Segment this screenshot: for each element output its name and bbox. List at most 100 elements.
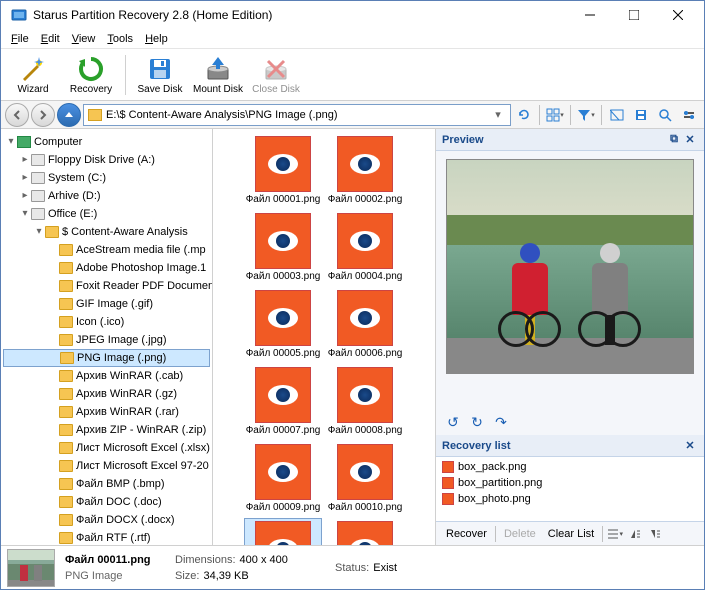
recovery-list-item[interactable]: box_pack.png	[442, 459, 698, 475]
file-thumbnail[interactable]: Файл 00004.png	[326, 210, 404, 285]
address-dropdown-icon[interactable]: ▾	[490, 108, 506, 121]
tree-item[interactable]: Foxit Reader PDF Documen	[3, 277, 210, 295]
status-value: Exist	[373, 562, 397, 574]
tree-item[interactable]: Архив WinRAR (.gz)	[3, 385, 210, 403]
file-thumbnail[interactable]: Файл 00003.png	[244, 210, 322, 285]
file-thumbnail[interactable]: Файл 00012.png	[326, 518, 404, 545]
file-icon	[337, 444, 393, 500]
size-value: 34,39 KB	[203, 570, 248, 582]
file-thumbnail[interactable]: Файл 00009.png	[244, 441, 322, 516]
file-thumbnail[interactable]: Файл 00008.png	[326, 364, 404, 439]
tree-item[interactable]: ▸Arhive (D:)	[3, 187, 210, 205]
recover-button[interactable]: Recover	[442, 526, 491, 542]
tree-item[interactable]: Файл DOC (.doc)	[3, 493, 210, 511]
preview-image	[446, 159, 694, 374]
clear-list-button[interactable]: Clear List	[544, 526, 598, 542]
menu-help[interactable]: Help	[139, 31, 174, 47]
file-thumbnail[interactable]: Файл 00010.png	[326, 441, 404, 516]
tree-twisty-icon[interactable]: ▾	[5, 133, 17, 151]
menu-tools[interactable]: Tools	[101, 31, 139, 47]
tree-item[interactable]: Архив ZIP - WinRAR (.zip)	[3, 421, 210, 439]
tree-item[interactable]: ▸Floppy Disk Drive (A:)	[3, 151, 210, 169]
close-button[interactable]	[656, 1, 700, 29]
delete-button[interactable]: Delete	[500, 526, 540, 542]
tree-item[interactable]: ▾Computer	[3, 133, 210, 151]
file-thumbnail[interactable]: Файл 00011.png	[244, 518, 322, 545]
list-layout-icon[interactable]: ▾	[607, 526, 623, 542]
folder-icon	[59, 334, 73, 346]
menu-file[interactable]: File	[5, 31, 35, 47]
tree-item[interactable]: JPEG Image (.jpg)	[3, 331, 210, 349]
tree-item[interactable]: Adobe Photoshop Image.1	[3, 259, 210, 277]
nav-up-button[interactable]	[57, 103, 81, 127]
size-label: Size:	[175, 570, 199, 582]
tree-item[interactable]: Архив WinRAR (.rar)	[3, 403, 210, 421]
panel-toggle-button[interactable]	[606, 104, 628, 126]
recovery-list-item[interactable]: box_photo.png	[442, 491, 698, 507]
tree-twisty-icon[interactable]: ▸	[19, 187, 31, 205]
address-field[interactable]: ▾	[83, 104, 511, 126]
tree-item[interactable]: Лист Microsoft Excel 97-20	[3, 457, 210, 475]
options-button[interactable]	[678, 104, 700, 126]
tree-item[interactable]: ▾Office (E:)	[3, 205, 210, 223]
file-thumbnail[interactable]: Файл 00001.png	[244, 133, 322, 208]
rotate-left-icon[interactable]: ↺	[444, 413, 462, 431]
filter-button[interactable]: ▾	[575, 104, 597, 126]
preview-popout-icon[interactable]: ⧉	[666, 132, 682, 148]
file-thumbnail[interactable]: Файл 00005.png	[244, 287, 322, 362]
tree-twisty-icon[interactable]: ▸	[19, 169, 31, 187]
nav-forward-button[interactable]	[31, 103, 55, 127]
nav-back-button[interactable]	[5, 103, 29, 127]
dimensions-value: 400 x 400	[240, 554, 288, 566]
menu-edit[interactable]: Edit	[35, 31, 66, 47]
tree-item[interactable]: Лист Microsoft Excel (.xlsx)	[3, 439, 210, 457]
toolbar-wizard-button[interactable]: Wizard	[5, 51, 61, 99]
sort-desc-icon[interactable]	[647, 526, 663, 542]
folder-tree[interactable]: ▾Computer▸Floppy Disk Drive (A:)▸System …	[1, 129, 213, 545]
tree-item[interactable]: PNG Image (.png)	[3, 349, 210, 367]
tree-item[interactable]: ▾$ Content-Aware Analysis	[3, 223, 210, 241]
preview-close-icon[interactable]: ✕	[682, 132, 698, 148]
toolbar-recovery-button[interactable]: Recovery	[63, 51, 119, 99]
folder-icon	[59, 262, 73, 274]
recovery-list-item[interactable]: box_partition.png	[442, 475, 698, 491]
minimize-button[interactable]	[568, 1, 612, 29]
file-icon	[255, 367, 311, 423]
toolbar-save-disk-button[interactable]: Save Disk	[132, 51, 188, 99]
view-mode-button[interactable]: ▾	[544, 104, 566, 126]
file-thumbnail[interactable]: Файл 00002.png	[326, 133, 404, 208]
folder-icon	[59, 496, 73, 508]
save-button[interactable]	[630, 104, 652, 126]
tree-twisty-icon[interactable]: ▾	[19, 205, 31, 223]
recovery-list-close-icon[interactable]: ✕	[682, 438, 698, 454]
rotate-right-icon[interactable]: ↷	[492, 413, 510, 431]
sort-asc-icon[interactable]	[627, 526, 643, 542]
address-input[interactable]	[106, 109, 490, 121]
file-thumbnail[interactable]: Файл 00006.png	[326, 287, 404, 362]
save-disk-icon	[146, 55, 174, 83]
search-button[interactable]	[654, 104, 676, 126]
file-icon	[442, 461, 454, 473]
recovery-icon	[77, 55, 105, 83]
tree-item[interactable]: Архив WinRAR (.cab)	[3, 367, 210, 385]
file-icon	[255, 290, 311, 346]
tree-twisty-icon[interactable]: ▸	[19, 151, 31, 169]
menu-view[interactable]: View	[66, 31, 102, 47]
folder-icon	[88, 109, 102, 121]
tree-item[interactable]: AceStream media file (.mp	[3, 241, 210, 259]
tree-item[interactable]: ▸System (C:)	[3, 169, 210, 187]
rotate-180-icon[interactable]: ↻	[468, 413, 486, 431]
file-list-pane[interactable]: Файл 00001.pngФайл 00002.pngФайл 00003.p…	[213, 129, 436, 545]
comp-icon	[17, 136, 31, 148]
folder-icon	[59, 424, 73, 436]
toolbar-mount-disk-button[interactable]: Mount Disk	[190, 51, 246, 99]
tree-twisty-icon[interactable]: ▾	[33, 223, 45, 241]
refresh-button[interactable]	[513, 104, 535, 126]
tree-item[interactable]: Файл DOCX (.docx)	[3, 511, 210, 529]
tree-item[interactable]: Файл RTF (.rtf)	[3, 529, 210, 545]
tree-item[interactable]: GIF Image (.gif)	[3, 295, 210, 313]
file-thumbnail[interactable]: Файл 00007.png	[244, 364, 322, 439]
tree-item[interactable]: Файл BMP (.bmp)	[3, 475, 210, 493]
tree-item[interactable]: Icon (.ico)	[3, 313, 210, 331]
maximize-button[interactable]	[612, 1, 656, 29]
